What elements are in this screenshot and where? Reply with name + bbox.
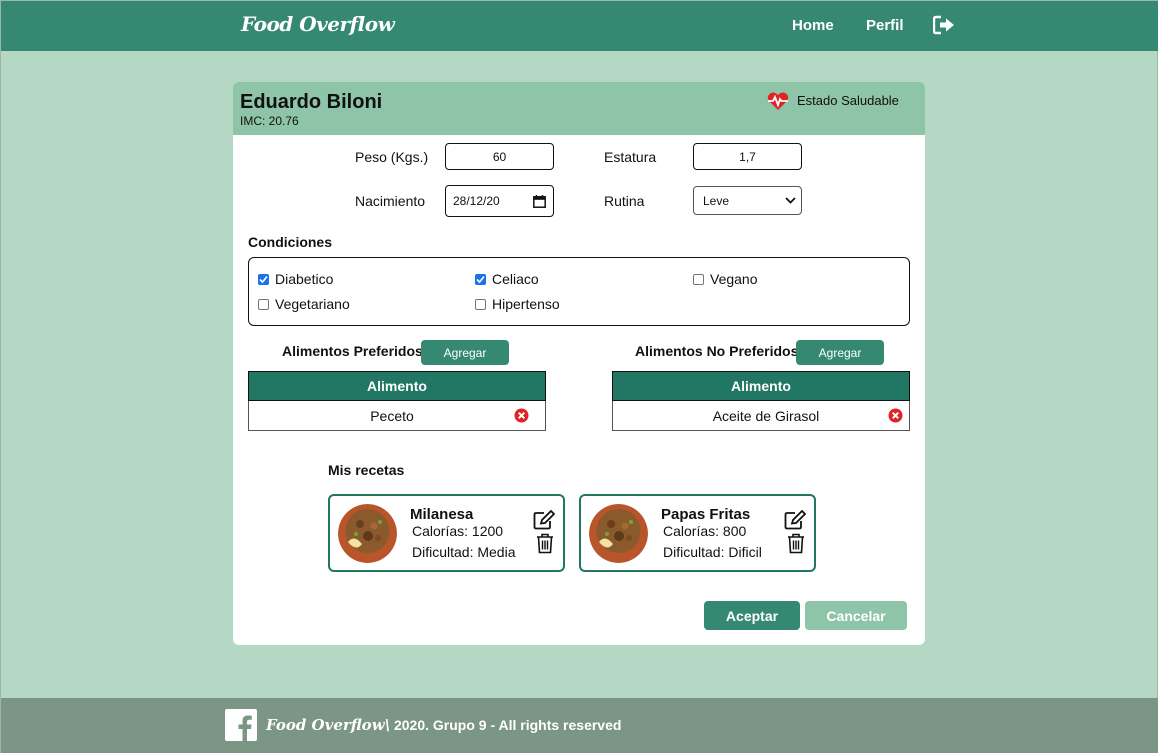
nacimiento-date-input[interactable]: 28/12/20 <box>445 185 554 217</box>
remove-circle-icon[interactable] <box>888 408 903 423</box>
condition-diabetico[interactable]: Diabetico <box>258 271 333 287</box>
recipe-card[interactable]: Milanesa Calorías: 1200 Dificultad: Medi… <box>328 494 565 572</box>
condition-label: Diabetico <box>275 271 334 287</box>
imc-value: IMC: 20.76 <box>240 114 299 128</box>
remove-circle-icon[interactable] <box>514 408 529 423</box>
rutina-label: Rutina <box>604 193 645 209</box>
calendar-icon[interactable] <box>533 194 546 208</box>
peso-input[interactable]: 60 <box>445 143 554 170</box>
recipe-difficulty: Dificultad: Media <box>412 544 516 560</box>
recipe-thumbnail <box>589 504 648 563</box>
checkbox-unchecked[interactable] <box>258 298 269 310</box>
sign-out-icon[interactable] <box>933 15 955 35</box>
navbar: Food Overflow Home Perfil <box>1 1 1158 51</box>
recipe-calories: Calorías: 1200 <box>412 523 504 539</box>
conditions-title: Condiciones <box>248 234 333 250</box>
footer-text: Food Overflow\ 2020. Grupo 9 - All right… <box>266 716 621 734</box>
recipe-card[interactable]: Papas Fritas Calorías: 800 Dificultad: D… <box>579 494 816 572</box>
footer-brand: Food Overflow\ <box>266 716 391 734</box>
preferred-title: Alimentos Preferidos <box>282 343 423 359</box>
recipes-title: Mis recetas <box>328 462 405 478</box>
food-name: Aceite de Girasol <box>712 407 820 424</box>
table-row: Peceto <box>248 401 546 431</box>
chevron-down-icon <box>785 197 796 204</box>
condition-vegano[interactable]: Vegano <box>693 271 758 287</box>
facebook-icon[interactable] <box>225 709 257 741</box>
table-header: Alimento <box>248 371 546 401</box>
trash-icon[interactable] <box>536 533 554 554</box>
checkbox-unchecked[interactable] <box>475 298 486 310</box>
add-not-preferred-button[interactable]: Agregar <box>796 340 884 365</box>
not-preferred-table: Alimento Aceite de Girasol <box>612 371 910 431</box>
checkbox-unchecked[interactable] <box>693 273 704 285</box>
estatura-input[interactable]: 1,7 <box>693 143 802 170</box>
condition-hipertenso[interactable]: Hipertenso <box>475 296 560 312</box>
accept-button[interactable]: Aceptar <box>704 601 800 630</box>
preferred-table: Alimento Peceto <box>248 371 546 431</box>
heartbeat-icon <box>767 92 789 110</box>
recipe-thumbnail <box>338 504 397 563</box>
condition-label: Vegano <box>710 271 758 287</box>
profile-header: Eduardo Biloni IMC: 20.76 Estado Saludab… <box>233 82 925 135</box>
not-preferred-title: Alimentos No Preferidos <box>635 343 799 359</box>
recipe-difficulty: Dificultad: Dificil <box>663 544 762 560</box>
recipe-calories: Calorías: 800 <box>663 523 747 539</box>
user-name: Eduardo Biloni <box>240 91 383 113</box>
check-icon <box>476 275 485 283</box>
recipe-name: Papas Fritas <box>661 506 751 523</box>
footer: Food Overflow\ 2020. Grupo 9 - All right… <box>1 698 1158 753</box>
checkbox-checked[interactable] <box>475 273 486 285</box>
rutina-value: Leve <box>703 193 730 208</box>
cancel-button[interactable]: Cancelar <box>805 601 907 630</box>
health-status: Estado Saludable <box>797 93 899 108</box>
rutina-select[interactable]: Leve <box>693 186 802 215</box>
table-header: Alimento <box>612 371 910 401</box>
footer-copyright: 2020. Grupo 9 - All rights reserved <box>390 717 622 733</box>
profile-card: Eduardo Biloni IMC: 20.76 Estado Saludab… <box>233 82 925 645</box>
checkbox-checked[interactable] <box>258 273 269 285</box>
condition-celiaco[interactable]: Celiaco <box>475 271 539 287</box>
table-row: Aceite de Girasol <box>612 401 910 431</box>
nacimiento-label: Nacimiento <box>355 193 426 209</box>
nav-home-link[interactable]: Home <box>792 17 834 34</box>
edit-icon[interactable] <box>784 510 806 530</box>
conditions-box: Diabetico Celiaco Vegano Vegetariano Hip… <box>248 257 910 326</box>
condition-label: Hipertenso <box>492 296 560 312</box>
check-icon <box>259 275 268 283</box>
brand-logo[interactable]: Food Overflow <box>241 12 395 36</box>
edit-icon[interactable] <box>533 510 555 530</box>
condition-vegetariano[interactable]: Vegetariano <box>258 296 350 312</box>
peso-label: Peso (Kgs.) <box>355 149 429 165</box>
estatura-label: Estatura <box>604 149 657 165</box>
nav-perfil-link[interactable]: Perfil <box>866 17 904 34</box>
food-name: Peceto <box>370 407 414 424</box>
trash-icon[interactable] <box>787 533 805 554</box>
condition-label: Celiaco <box>492 271 539 287</box>
condition-label: Vegetariano <box>275 296 350 312</box>
add-preferred-button[interactable]: Agregar <box>421 340 509 365</box>
recipe-name: Milanesa <box>410 506 474 523</box>
nacimiento-value: 28/12/20 <box>453 194 500 208</box>
